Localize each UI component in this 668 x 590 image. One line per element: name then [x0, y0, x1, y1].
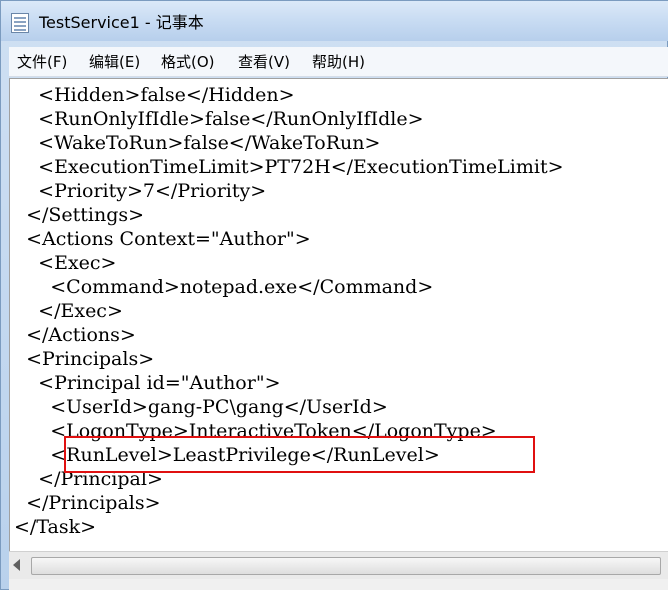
notepad-icon	[11, 13, 29, 33]
horizontal-scrollbar[interactable]	[9, 551, 668, 579]
menu-file[interactable]: 文件(F)	[15, 51, 69, 73]
text-line: </Task>	[14, 516, 97, 538]
text-line: </Actions>	[14, 324, 136, 346]
menu-bar: 文件(F) 编辑(E) 格式(O) 查看(V) 帮助(H)	[9, 47, 668, 77]
title-bar[interactable]: TestService1 - 记事本	[1, 1, 668, 41]
text-line: <Command>notepad.exe</Command>	[14, 276, 434, 298]
text-line: <Actions Context="Author">	[14, 228, 311, 250]
text-line: <WakeToRun>false</WakeToRun>	[14, 132, 381, 154]
text-line: <LogonType>InteractiveToken</LogonType>	[14, 420, 497, 442]
text-line: <Hidden>false</Hidden>	[14, 84, 295, 106]
text-line: <Exec>	[14, 252, 117, 274]
text-line: <UserId>gang-PC\gang</UserId>	[14, 396, 388, 418]
text-line: </Exec>	[14, 300, 123, 322]
menu-edit[interactable]: 编辑(E)	[87, 51, 142, 73]
text-line: <ExecutionTimeLimit>PT72H</ExecutionTime…	[14, 156, 564, 178]
window-bottom-edge	[9, 579, 668, 590]
text-line: </Settings>	[14, 204, 145, 226]
text-line: <Principal id="Author">	[14, 372, 281, 394]
menu-format[interactable]: 格式(O)	[159, 51, 217, 73]
text-line: <RunOnlyIfIdle>false</RunOnlyIfIdle>	[14, 108, 424, 130]
text-line: </Principals>	[14, 492, 161, 514]
scroll-left-arrow-icon[interactable]	[13, 559, 20, 571]
scrollbar-thumb[interactable]	[31, 557, 661, 575]
menu-help[interactable]: 帮助(H)	[310, 51, 367, 73]
text-line-highlighted: <RunLevel>LeastPrivilege</RunLevel>	[14, 444, 440, 466]
text-line: </Principal>	[14, 468, 163, 490]
window-title: TestService1 - 记事本	[39, 13, 204, 32]
text-editor[interactable]: <Hidden>false</Hidden> <RunOnlyIfIdle>fa…	[9, 78, 668, 551]
text-line: <Principals>	[14, 348, 155, 370]
menu-view[interactable]: 查看(V)	[236, 51, 292, 73]
text-line: <Priority>7</Priority>	[14, 180, 267, 202]
notepad-window: TestService1 - 记事本 文件(F) 编辑(E) 格式(O) 查看(…	[0, 0, 668, 590]
